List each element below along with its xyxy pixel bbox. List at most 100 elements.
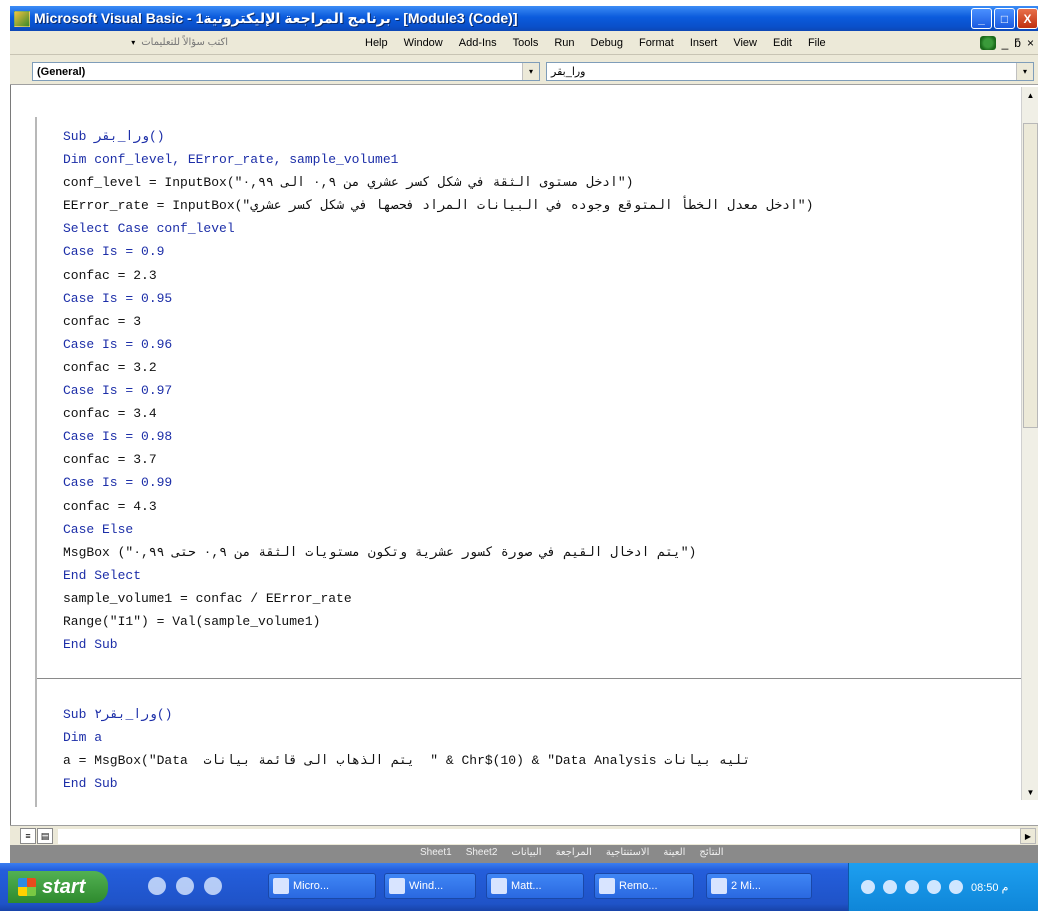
close-button[interactable]: X	[1017, 8, 1038, 29]
procedure-combo-value: ورا_بقر	[551, 66, 586, 78]
vb-module-icon	[979, 35, 996, 50]
taskbar-button[interactable]: Micro...	[268, 873, 376, 899]
taskbar-button[interactable]: Wind...	[384, 873, 476, 899]
full-module-view-icon[interactable]: ▤	[37, 828, 53, 844]
code-line[interactable]: EError_rate = InputBox("ادخل معدل الخطأ …	[63, 194, 1023, 217]
code-line[interactable]: Select Case conf_level	[63, 217, 1023, 240]
procedure-view-icon[interactable]: ≡	[20, 828, 36, 844]
code-line[interactable]: conf_level = InputBox("ادخل مستوى الثقة …	[63, 171, 1023, 194]
object-combo-dropdown-icon[interactable]: ▾	[522, 63, 539, 80]
code-line[interactable]: Case Is = 0.9	[63, 240, 1023, 263]
code-line[interactable]: confac = 2.3	[63, 264, 1023, 287]
code-line[interactable]: Case Is = 0.96	[63, 333, 1023, 356]
mdi-restore-button[interactable]: ƃ	[1014, 36, 1021, 50]
code-line[interactable]: sample_volume1 = confac / EError_rate	[63, 587, 1023, 610]
help-dropdown-icon[interactable]: ▾	[131, 38, 135, 47]
code-line[interactable]: a = MsgBox("Data يتم الذهاب الى قائمة بي…	[63, 749, 1023, 772]
procedure-1-code[interactable]: Sub ورا_بقر() Dim conf_level, EError_rate…	[63, 125, 1023, 656]
view-buttons: ≡ ▤	[20, 828, 53, 844]
procedure-combo[interactable]: ورا_بقر ▾	[546, 62, 1034, 81]
quick-launch-icon[interactable]	[204, 877, 222, 895]
clock: 08:50 م	[971, 881, 1009, 894]
sheet-tab[interactable]: Sheet2	[466, 847, 498, 858]
code-combo-bar: (General) ▾ ورا_بقر ▾	[10, 55, 1038, 85]
taskbar-button-label: 2 Mi...	[731, 880, 761, 892]
window-icon	[389, 878, 405, 894]
code-line[interactable]: Dim a	[63, 726, 1023, 749]
tray-icon[interactable]	[905, 880, 919, 894]
code-margin	[35, 117, 37, 807]
procedure-separator	[37, 678, 1031, 679]
taskbar-button-label: Micro...	[293, 880, 330, 892]
help-search-box[interactable]: ▾ اكتب سؤالاً للتعليمات	[70, 35, 240, 51]
code-line[interactable]: Case Is = 0.95	[63, 287, 1023, 310]
object-combo[interactable]: (General) ▾	[32, 62, 540, 81]
scroll-right-icon[interactable]: ▶	[1020, 828, 1036, 844]
code-line[interactable]: Case Is = 0.97	[63, 379, 1023, 402]
word-icon	[273, 878, 289, 894]
menu-edit[interactable]: Edit	[773, 37, 792, 49]
code-line[interactable]: confac = 3.2	[63, 356, 1023, 379]
code-line[interactable]: Case Is = 0.98	[63, 425, 1023, 448]
sheet-tab[interactable]: البيانات	[511, 847, 541, 858]
code-editor[interactable]: Sub ورا_بقر() Dim conf_level, EError_rate…	[10, 85, 1038, 825]
code-line[interactable]: End Sub	[63, 772, 1023, 795]
vertical-scrollbar[interactable]: ▲ ▼	[1021, 87, 1038, 800]
scroll-up-icon[interactable]: ▲	[1022, 87, 1038, 103]
window-controls: _ □ X	[971, 8, 1038, 29]
restore-button[interactable]: □	[994, 8, 1015, 29]
menu-run[interactable]: Run	[554, 37, 574, 49]
minimize-button[interactable]: _	[971, 8, 992, 29]
start-label: start	[42, 875, 86, 898]
menu-insert[interactable]: Insert	[690, 37, 718, 49]
code-line[interactable]: Case Else	[63, 518, 1023, 541]
quick-launch-icon[interactable]	[176, 877, 194, 895]
code-line[interactable]: Case Is = 0.99	[63, 471, 1023, 494]
tray-icon[interactable]	[883, 880, 897, 894]
sheet-tab[interactable]: Sheet1	[420, 847, 452, 858]
procedure-combo-dropdown-icon[interactable]: ▾	[1016, 63, 1033, 80]
quick-launch-icon[interactable]	[148, 877, 166, 895]
code-line[interactable]: MsgBox ("يتم ادخال القيم في صورة كسور عش…	[63, 541, 1023, 564]
start-button[interactable]: start	[8, 871, 108, 903]
scroll-thumb[interactable]	[1023, 123, 1038, 428]
menu-format[interactable]: Format	[639, 37, 674, 49]
menu-tools[interactable]: Tools	[513, 37, 539, 49]
menu-file[interactable]: File	[808, 37, 826, 49]
code-line[interactable]: End Select	[63, 564, 1023, 587]
code-line[interactable]: confac = 4.3	[63, 495, 1023, 518]
procedure-2-code[interactable]: Sub ورا_بقر٢() Dim aa = MsgBox("Data يتم …	[63, 703, 1023, 795]
code-line[interactable]: confac = 3.7	[63, 448, 1023, 471]
menu-debug[interactable]: Debug	[591, 37, 623, 49]
mdi-controls: _ ƃ ×	[979, 35, 1034, 50]
tray-icon[interactable]	[949, 880, 963, 894]
hscroll-track[interactable]	[58, 829, 1020, 844]
taskbar-button[interactable]: Matt...	[486, 873, 584, 899]
taskbar-button[interactable]: 2 Mi...	[706, 873, 812, 899]
taskbar-button[interactable]: Remo...	[594, 873, 694, 899]
window-title-bar[interactable]: Microsoft Visual Basic - برنامج المراجعة…	[10, 6, 1038, 31]
sheet-tab[interactable]: المراجعة	[556, 847, 592, 858]
tray-icon[interactable]	[861, 880, 875, 894]
code-line[interactable]: confac = 3.4	[63, 402, 1023, 425]
menu-help[interactable]: Help	[365, 37, 388, 49]
code-line[interactable]: Range("I1") = Val(sample_volume1)	[63, 610, 1023, 633]
tray-icon[interactable]	[927, 880, 941, 894]
code-line[interactable]: End Sub	[63, 633, 1023, 656]
sheet-tab[interactable]: الاستنتاجية	[606, 847, 650, 858]
horizontal-scrollbar[interactable]: ≡ ▤ ▶	[10, 825, 1038, 845]
scroll-down-icon[interactable]: ▼	[1022, 784, 1038, 800]
menu-window[interactable]: Window	[404, 37, 443, 49]
windows-logo-icon	[18, 878, 36, 896]
menu-view[interactable]: View	[733, 37, 757, 49]
menu-add-ins[interactable]: Add-Ins	[459, 37, 497, 49]
code-line[interactable]: Sub ورا_بقر()	[63, 125, 1023, 148]
mdi-close-button[interactable]: ×	[1027, 36, 1034, 50]
code-line[interactable]: confac = 3	[63, 310, 1023, 333]
code-line[interactable]: Dim conf_level, EError_rate, sample_volu…	[63, 148, 1023, 171]
mdi-minimize-button[interactable]: _	[1002, 36, 1009, 50]
sheet-tab[interactable]: العينة	[663, 847, 685, 858]
code-line[interactable]: Sub ورا_بقر٢()	[63, 703, 1023, 726]
window-title: Microsoft Visual Basic - برنامج المراجعة…	[34, 10, 518, 26]
sheet-tab[interactable]: النتائج	[699, 847, 723, 858]
